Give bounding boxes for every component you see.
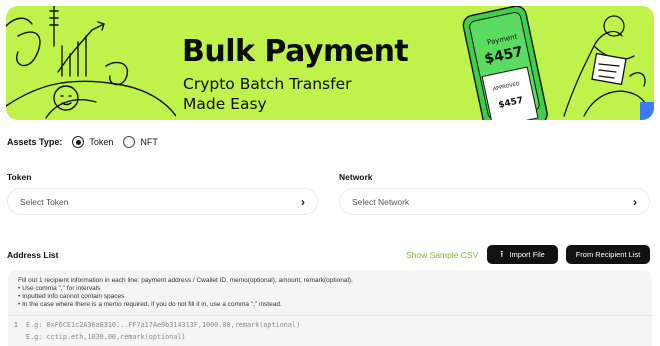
assets-nft-radio[interactable]: NFT [123, 136, 158, 148]
import-file-button[interactable]: ⭱ Import File [487, 245, 558, 264]
instruction-line: Fill out 1 recipient information in each… [18, 277, 353, 284]
network-label: Network [339, 172, 373, 182]
show-sample-csv-link[interactable]: Show Sample CSV [406, 250, 478, 260]
banner-title: Bulk Payment [182, 34, 409, 69]
network-select[interactable]: Select Network › [339, 188, 650, 215]
assets-type-label: Assets Type: [7, 137, 63, 147]
from-recipient-list-label: From Recipient List [575, 250, 641, 259]
assets-type-row: Assets Type: Token NFT [7, 134, 168, 150]
token-label: Token [7, 172, 32, 182]
assets-token-label: Token [89, 137, 114, 147]
address-list-editor[interactable]: 1 E.g: 0xF6CE1c2A36a8310...FF7a17Ae9b314… [8, 316, 652, 346]
banner-subtitle: Crypto Batch Transfer Made Easy [183, 74, 352, 114]
from-recipient-list-button[interactable]: From Recipient List [566, 245, 650, 264]
assets-token-radio[interactable]: Token [72, 136, 113, 148]
network-select-placeholder: Select Network [352, 196, 410, 207]
line-number: 1 [13, 321, 18, 329]
token-select-placeholder: Select Token [20, 196, 69, 207]
upload-icon: ⭱ [500, 248, 504, 259]
growth-chart-illustration [6, 6, 176, 119]
import-file-label: Import File [509, 250, 545, 259]
radio-selected-icon [72, 136, 85, 148]
radio-unselected-icon [123, 136, 136, 148]
chevron-right-icon: › [633, 194, 637, 209]
hero-banner: Bulk Payment Crypto Batch Transfer Made … [6, 6, 654, 120]
instruction-line: • Use comma "," for intervals [18, 285, 101, 292]
address-list-label: Address List [7, 250, 59, 260]
editor-example-2: E.g: cctip.eth,1030.00,remark(optional) [26, 333, 186, 341]
banner-subtitle-line1: Crypto Batch Transfer [183, 75, 352, 93]
chevron-right-icon: › [301, 194, 305, 209]
token-select[interactable]: Select Token › [7, 188, 318, 215]
phone-payment-illustration: Payment $457 APPROVED $457 [462, 6, 654, 120]
banner-subtitle-line2: Made Easy [183, 95, 267, 113]
instruction-line: • In the case where there is a memo requ… [18, 301, 282, 308]
assets-nft-label: NFT [140, 137, 158, 147]
editor-example-1: E.g: 0xF6CE1c2A36a8310...FF7a17Ae9b31431… [26, 321, 301, 329]
instruction-line: • Inputted info cannot contain spaces [18, 293, 125, 300]
